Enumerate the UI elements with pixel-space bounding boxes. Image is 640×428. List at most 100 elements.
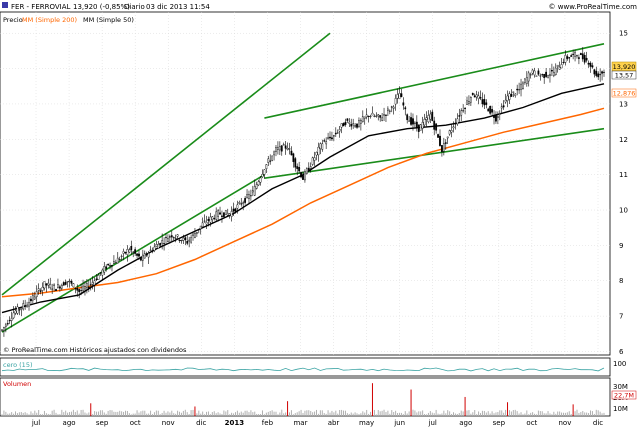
time-tick-label: dic: [593, 419, 603, 427]
ma50-price-label: 13,57: [615, 72, 634, 80]
candle-body: [583, 55, 586, 63]
candle-body: [348, 121, 351, 124]
candle-body: [327, 137, 329, 139]
candle-body: [533, 70, 536, 76]
candle-body: [122, 251, 125, 254]
candle-body: [41, 286, 44, 291]
candle-body: [168, 236, 171, 238]
candle-body: [562, 61, 565, 63]
candle-body: [182, 237, 185, 241]
candle-body: [24, 305, 27, 307]
candle-body: [140, 256, 142, 261]
candle-body: [141, 254, 144, 261]
candle-body: [294, 158, 297, 168]
candle-body: [479, 97, 482, 99]
candle-body: [280, 145, 283, 152]
candle-body: [564, 55, 567, 63]
candle-body: [469, 97, 472, 103]
candle-body: [570, 55, 573, 57]
candle-body: [415, 121, 418, 128]
candle-body: [37, 288, 40, 291]
candle-body: [485, 102, 488, 105]
period-label: Diario: [124, 3, 145, 11]
candle-body: [257, 181, 260, 186]
candle-body: [236, 204, 239, 209]
legend: Precio MM (Simple 200) MM (Simple 50): [3, 16, 134, 24]
candle-body: [145, 253, 148, 256]
candle-body: [178, 239, 181, 241]
candle-body: [423, 118, 426, 126]
candle-body: [226, 212, 229, 216]
candle-body: [305, 168, 308, 174]
candle-body: [199, 225, 202, 230]
candle-body: [219, 212, 221, 215]
candle-body: [192, 233, 194, 236]
candle-body: [246, 194, 248, 198]
time-tick-label: may: [359, 419, 374, 427]
candle-body: [165, 236, 167, 239]
candle-body: [603, 71, 605, 73]
volume-label: Volumen: [3, 380, 31, 388]
candle-body: [331, 137, 333, 140]
candle-body: [601, 71, 603, 74]
candle-body: [16, 306, 19, 314]
indicator-panel[interactable]: [0, 357, 611, 377]
candle-body: [350, 123, 353, 127]
price-panel[interactable]: [0, 11, 611, 356]
candle-body: [315, 152, 318, 156]
candle-body: [359, 119, 362, 124]
time-tick-label: sep: [493, 419, 506, 427]
candle-body: [240, 203, 243, 205]
candle-body: [471, 93, 474, 95]
candle-body: [101, 269, 104, 276]
candle-body: [419, 124, 422, 131]
candle-body: [454, 123, 457, 125]
candle-body: [190, 237, 192, 243]
candle-body: [473, 95, 476, 98]
candle-body: [72, 283, 75, 288]
candle-body: [85, 283, 88, 288]
price-tick-label: 10: [619, 207, 628, 215]
candle-body: [151, 250, 154, 252]
candle-body: [554, 67, 557, 76]
candle-body: [466, 100, 468, 105]
candle-body: [371, 112, 374, 116]
candle-body: [363, 116, 366, 119]
candle-body: [392, 106, 395, 109]
candle-body: [255, 184, 258, 189]
candle-body: [302, 175, 304, 180]
candle-body: [385, 114, 387, 116]
candle-body: [253, 186, 256, 196]
candle-body: [259, 177, 262, 183]
candle-body: [12, 312, 15, 319]
symbol-name: FER - FERROVIAL: [11, 3, 70, 11]
candle-body: [278, 146, 281, 151]
candle-body: [398, 93, 401, 99]
candle-body: [313, 157, 316, 161]
candle-body: [595, 70, 598, 76]
candle-body: [373, 115, 376, 117]
candle-body: [194, 233, 196, 238]
candle-body: [516, 88, 519, 91]
candle-body: [20, 308, 23, 310]
candle-body: [60, 284, 63, 289]
candle-body: [406, 114, 409, 121]
candle-body: [91, 282, 94, 285]
price-tick-label: 11: [619, 171, 628, 179]
candle-body: [57, 284, 59, 288]
candle-body: [99, 272, 102, 274]
candle-body: [591, 65, 594, 68]
candle-body: [417, 124, 420, 132]
indicator-axis-tick: 100: [613, 360, 626, 368]
candle-body: [298, 167, 301, 172]
candle-body: [408, 120, 411, 122]
candle-body: [188, 239, 191, 242]
candle-body: [282, 144, 285, 146]
candle-body: [74, 287, 77, 290]
candle-body: [493, 115, 495, 118]
candle-body: [388, 110, 391, 112]
candle-body: [43, 281, 46, 289]
volume-panel[interactable]: [0, 377, 611, 417]
candle-body: [390, 106, 393, 108]
candle-body: [53, 284, 55, 286]
